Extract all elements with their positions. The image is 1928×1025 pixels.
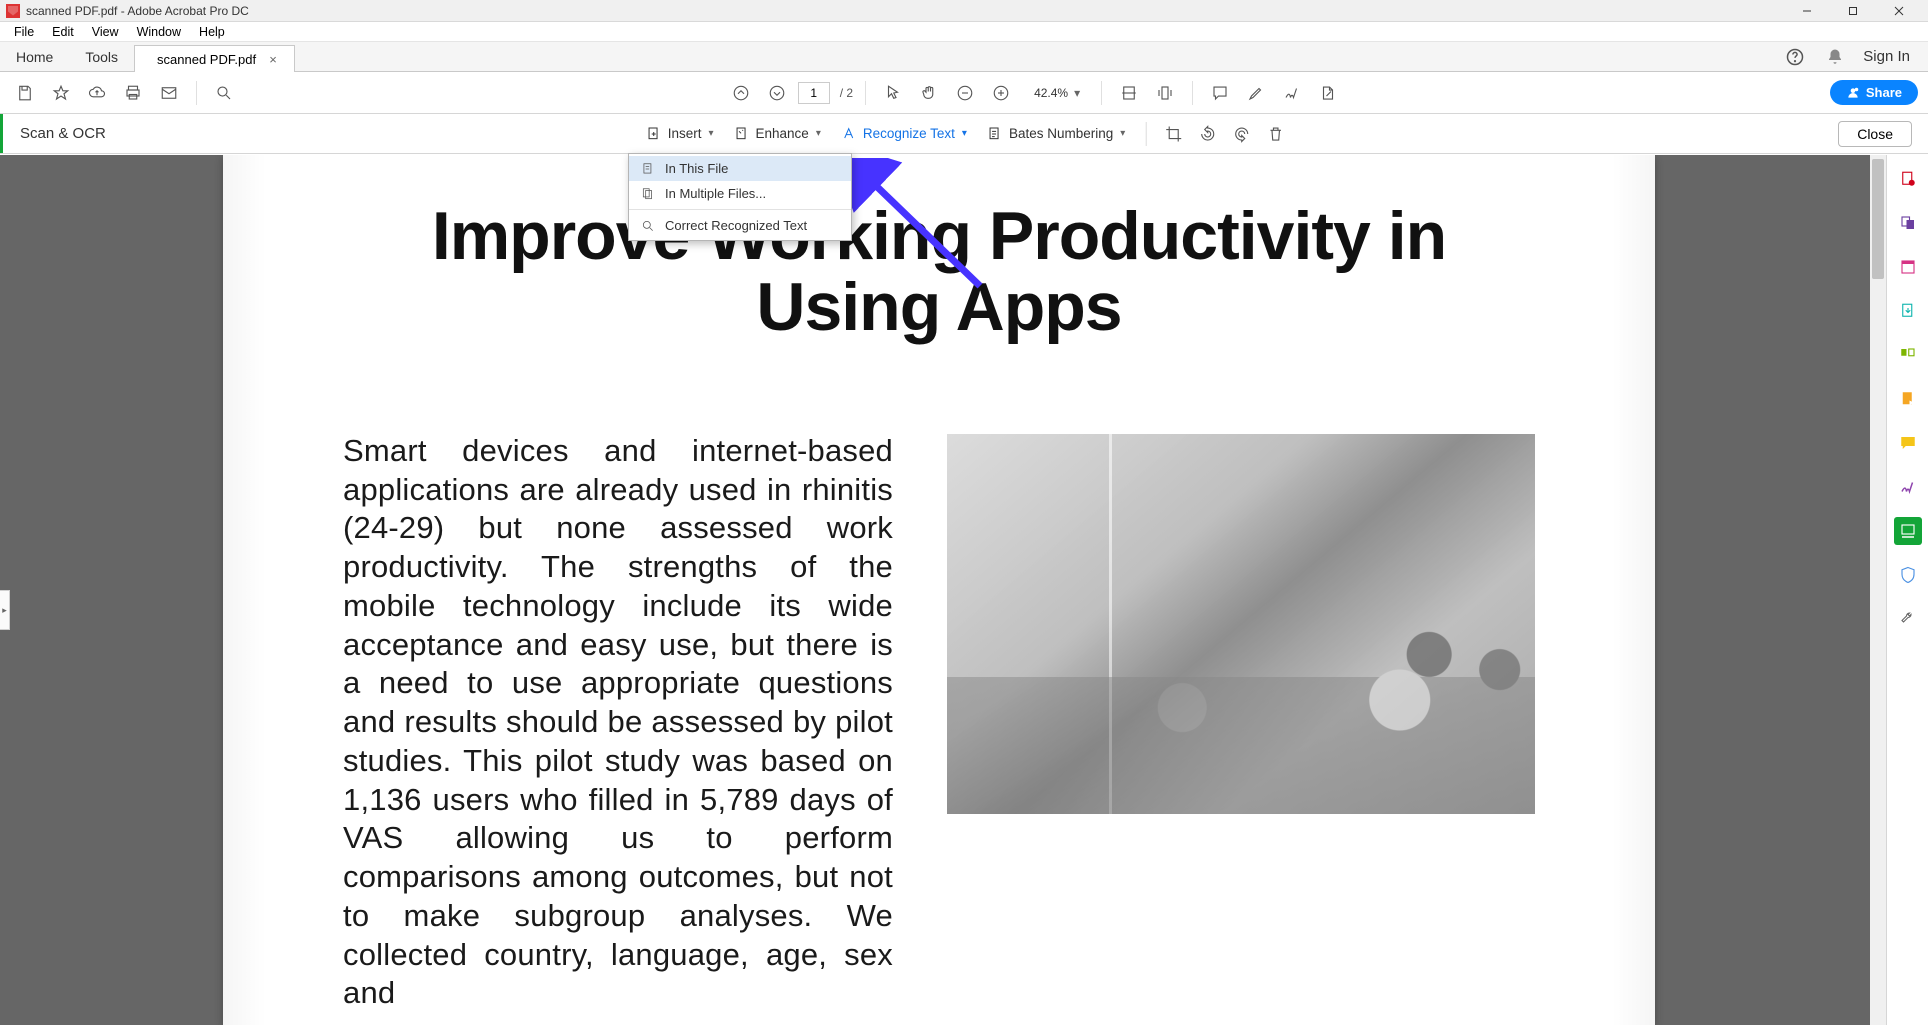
select-tool-icon[interactable] <box>878 78 908 108</box>
rotate-right-icon[interactable] <box>1226 119 1256 149</box>
page-up-icon[interactable] <box>726 78 756 108</box>
tab-tools[interactable]: Tools <box>69 42 134 71</box>
document-heading: Improve Working Productivity in Using Ap… <box>343 201 1535 374</box>
document-tab-label: scanned PDF.pdf <box>157 52 256 67</box>
tab-home[interactable]: Home <box>0 42 69 71</box>
pdf-page: Improve Working Productivity in Using Ap… <box>223 155 1655 1025</box>
window-title: scanned PDF.pdf - Adobe Acrobat Pro DC <box>26 4 1784 18</box>
left-panel-expand[interactable] <box>0 590 10 630</box>
help-icon[interactable] <box>1783 45 1807 69</box>
comment-icon[interactable] <box>1205 78 1235 108</box>
share-label: Share <box>1866 85 1902 100</box>
comment-tool-icon[interactable] <box>1894 429 1922 457</box>
menu-window[interactable]: Window <box>129 24 189 40</box>
menu-view[interactable]: View <box>84 24 127 40</box>
save-icon[interactable] <box>10 78 40 108</box>
sign-in-link[interactable]: Sign In <box>1863 48 1910 65</box>
document-paragraph: Smart devices and internet-based applica… <box>343 432 893 1013</box>
share-button[interactable]: Share <box>1830 80 1918 105</box>
minimize-button[interactable] <box>1784 0 1830 22</box>
main-toolbar: / 2 42.4%▾ Share <box>0 72 1928 114</box>
document-tab[interactable]: scanned PDF.pdf × <box>134 45 295 72</box>
hand-tool-icon[interactable] <box>914 78 944 108</box>
combine-files-icon[interactable] <box>1894 209 1922 237</box>
recognize-text-button[interactable]: Recognize Text▾ <box>833 122 975 146</box>
close-window-button[interactable] <box>1876 0 1922 22</box>
scan-ocr-title: Scan & OCR <box>0 125 106 142</box>
maximize-button[interactable] <box>1830 0 1876 22</box>
print-icon[interactable] <box>118 78 148 108</box>
app-icon <box>6 4 20 18</box>
organize-pages-icon[interactable] <box>1894 341 1922 369</box>
sign-icon[interactable] <box>1277 78 1307 108</box>
close-toolbar-button[interactable]: Close <box>1838 121 1912 147</box>
menu-edit[interactable]: Edit <box>44 24 82 40</box>
menu-help[interactable]: Help <box>191 24 233 40</box>
crop-icon[interactable] <box>1158 119 1188 149</box>
zoom-level[interactable]: 42.4%▾ <box>1022 84 1089 102</box>
recognize-text-dropdown: In This File In Multiple Files... Correc… <box>628 153 852 241</box>
highlight-icon[interactable] <box>1241 78 1271 108</box>
send-comments-icon[interactable] <box>1894 385 1922 413</box>
zoom-in-icon[interactable] <box>986 78 1016 108</box>
menubar: File Edit View Window Help <box>0 22 1928 42</box>
menu-file[interactable]: File <box>6 24 42 40</box>
titlebar: scanned PDF.pdf - Adobe Acrobat Pro DC <box>0 0 1928 22</box>
close-tab-button[interactable]: × <box>266 52 280 66</box>
menu-separator <box>629 209 851 210</box>
protect-icon[interactable] <box>1894 561 1922 589</box>
menu-in-multiple-files[interactable]: In Multiple Files... <box>629 181 851 206</box>
rotate-left-icon[interactable] <box>1192 119 1222 149</box>
fill-sign-icon[interactable] <box>1894 473 1922 501</box>
find-icon[interactable] <box>209 78 239 108</box>
enhance-button[interactable]: Enhance▾ <box>726 122 829 146</box>
fit-page-icon[interactable] <box>1150 78 1180 108</box>
vertical-scrollbar[interactable] <box>1870 155 1886 1025</box>
page-down-icon[interactable] <box>762 78 792 108</box>
menu-in-this-file[interactable]: In This File <box>629 156 851 181</box>
menu-correct-text[interactable]: Correct Recognized Text <box>629 213 851 238</box>
scan-ocr-toolbar: Scan & OCR Insert▾ Enhance▾ Recognize Te… <box>0 114 1928 154</box>
export-pdf-icon[interactable] <box>1894 297 1922 325</box>
right-tools-panel <box>1886 155 1928 1025</box>
create-pdf-icon[interactable] <box>1894 165 1922 193</box>
delete-icon[interactable] <box>1260 119 1290 149</box>
scrollbar-thumb[interactable] <box>1872 159 1884 279</box>
page-number-input[interactable] <box>798 82 830 104</box>
workspace: Improve Working Productivity in Using Ap… <box>0 155 1928 1025</box>
fit-width-icon[interactable] <box>1114 78 1144 108</box>
tabbar: Home Tools scanned PDF.pdf × Sign In <box>0 42 1928 72</box>
notifications-icon[interactable] <box>1823 45 1847 69</box>
cloud-upload-icon[interactable] <box>82 78 112 108</box>
bates-numbering-button[interactable]: Bates Numbering▾ <box>979 122 1133 146</box>
document-image <box>947 434 1535 814</box>
email-icon[interactable] <box>154 78 184 108</box>
edit-pdf-icon[interactable] <box>1894 253 1922 281</box>
chevron-down-icon[interactable]: ▾ <box>1069 86 1085 100</box>
zoom-value: 42.4% <box>1026 86 1068 100</box>
more-tools-panel-icon[interactable] <box>1894 605 1922 633</box>
page-count: / 2 <box>840 86 853 100</box>
document-viewport[interactable]: Improve Working Productivity in Using Ap… <box>0 155 1870 1025</box>
zoom-out-icon[interactable] <box>950 78 980 108</box>
more-tools-icon[interactable] <box>1313 78 1343 108</box>
star-icon[interactable] <box>46 78 76 108</box>
insert-button[interactable]: Insert▾ <box>638 122 722 146</box>
scan-ocr-tool-icon[interactable] <box>1894 517 1922 545</box>
